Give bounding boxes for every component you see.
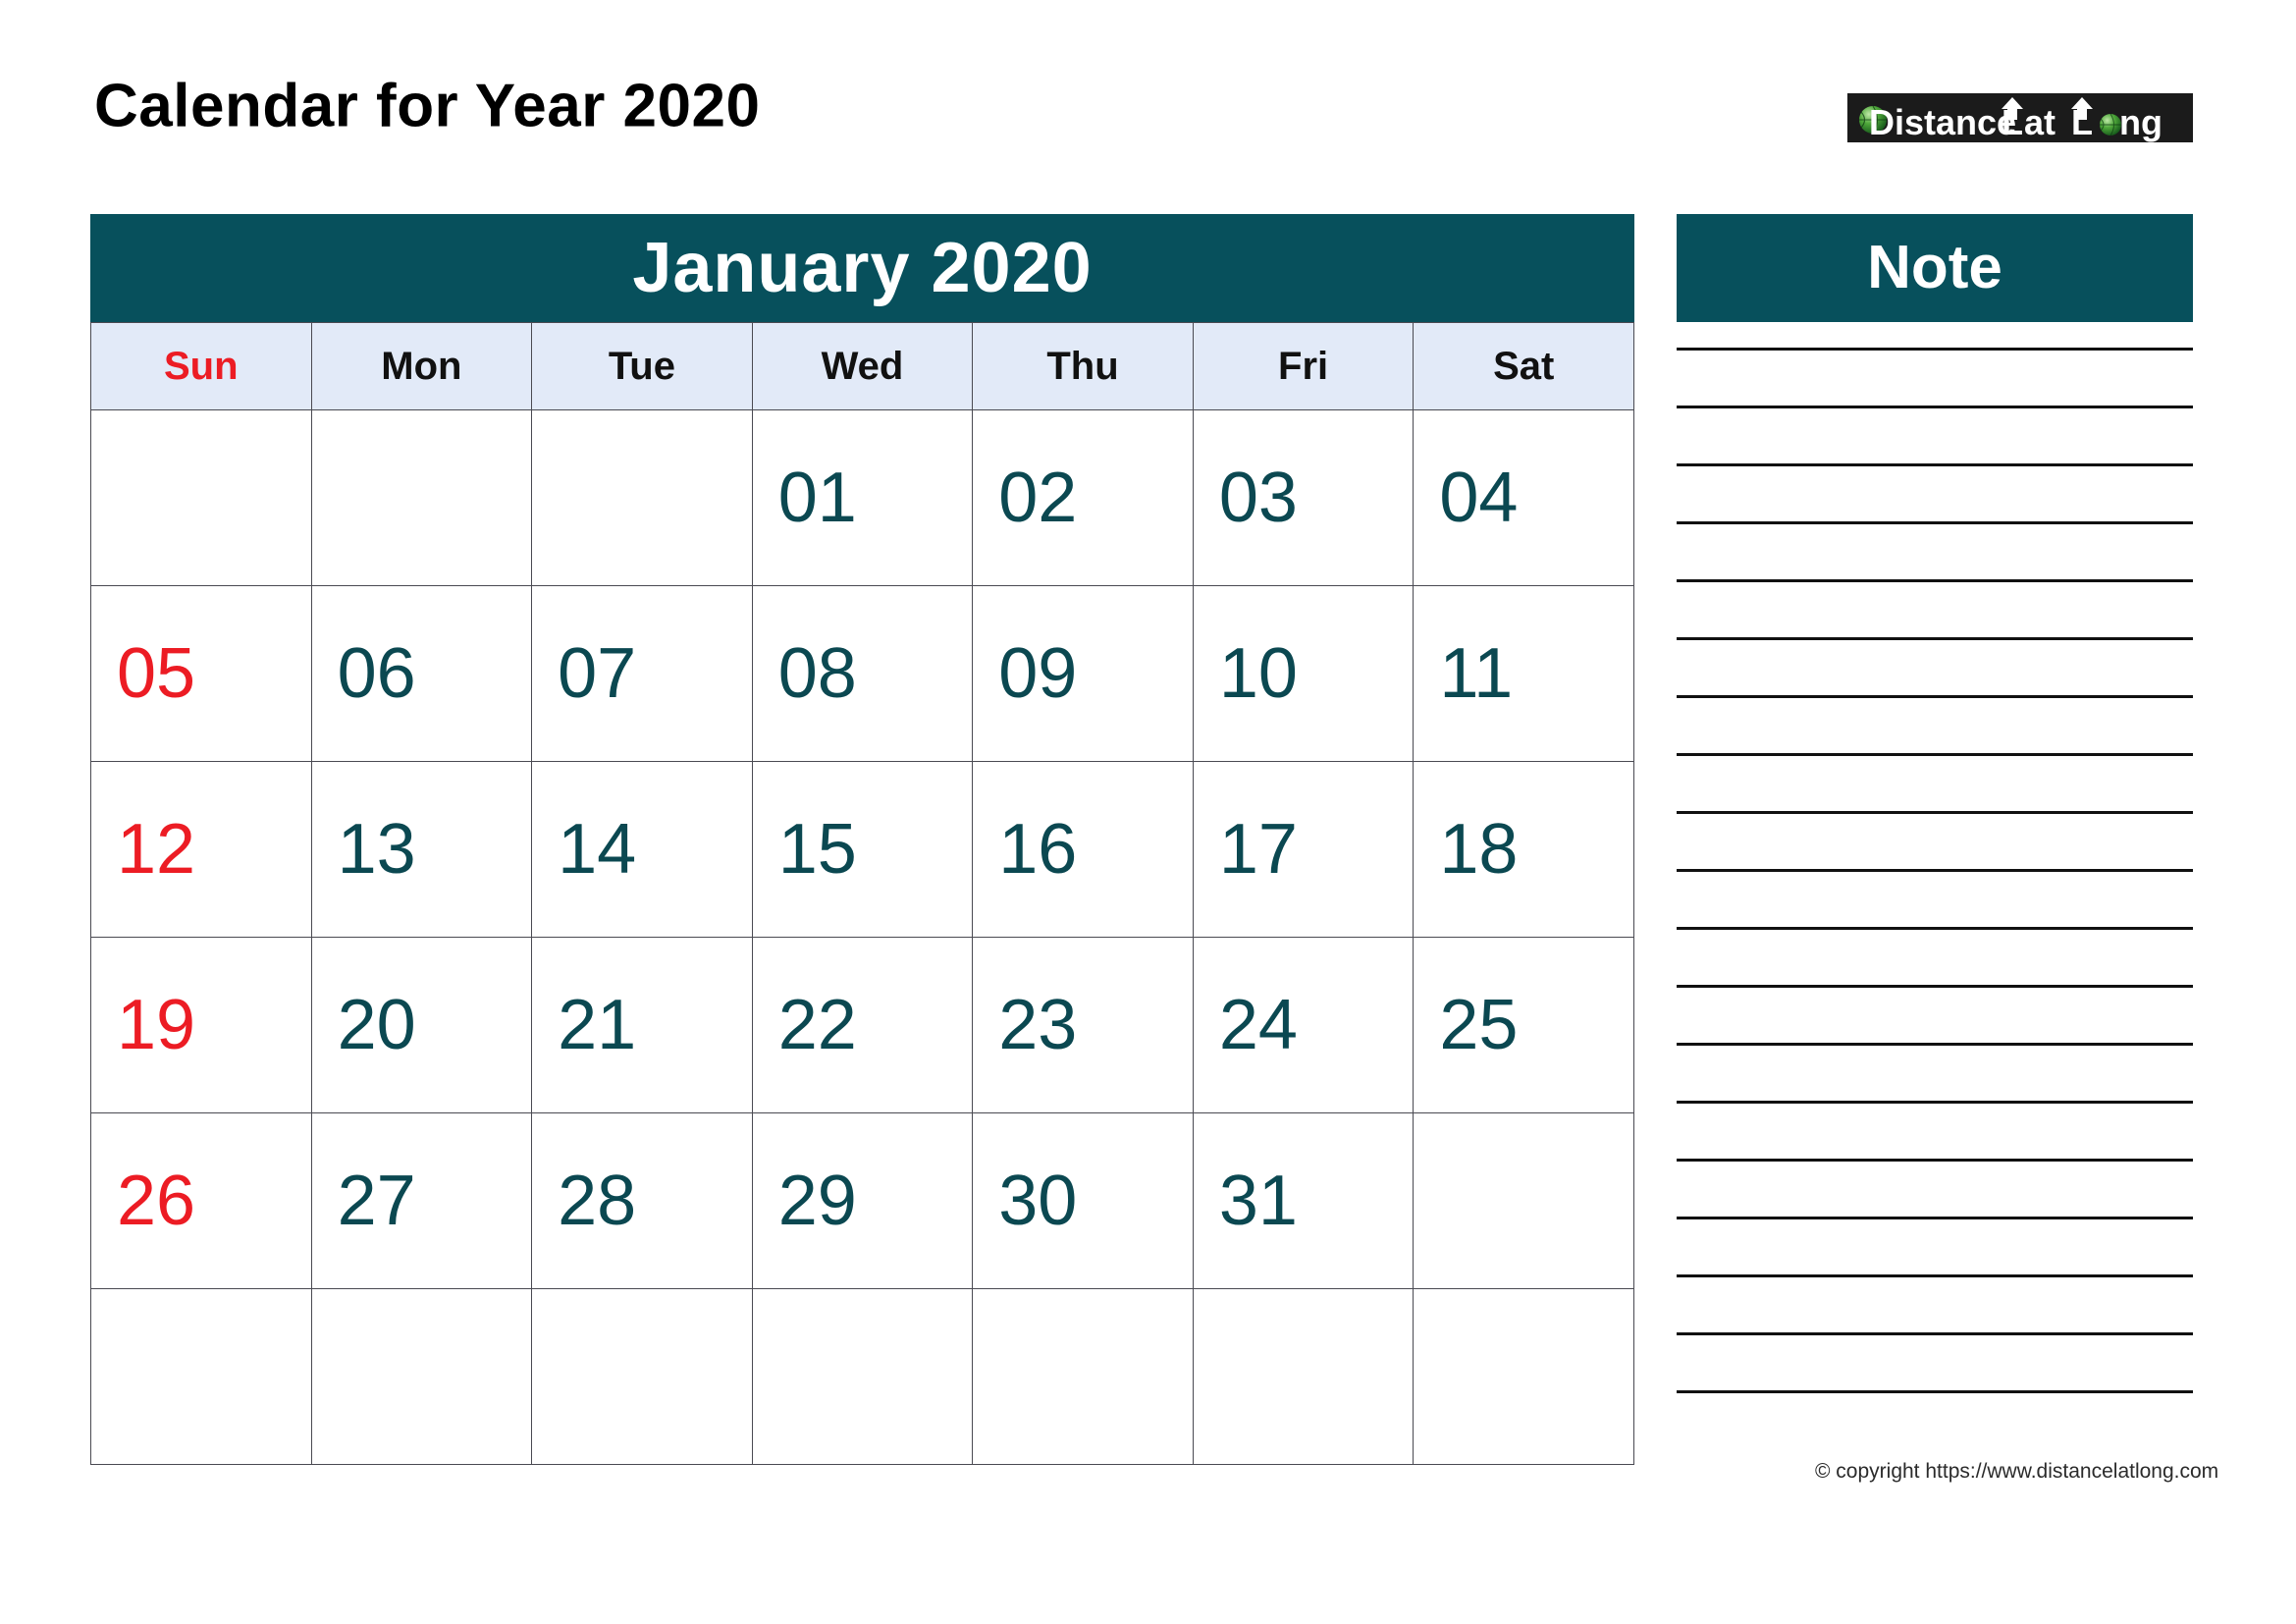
svg-text:L: L [2071,102,2093,142]
day-cell[interactable]: 31 [1192,1112,1415,1289]
calendar-week-row: 05 06 07 08 09 10 11 [90,585,1634,762]
note-line[interactable] [1677,1274,2193,1277]
calendar-week-row: 26 27 28 29 30 31 [90,1112,1634,1289]
day-cell[interactable]: 21 [531,937,753,1113]
weekday-header-thu: Thu [972,322,1194,410]
note-header: Note [1677,214,2193,322]
day-cell[interactable]: 03 [1192,409,1415,586]
day-cell[interactable]: 22 [751,937,974,1113]
day-cell[interactable]: 24 [1192,937,1415,1113]
weekday-header-row: Sun Mon Tue Wed Thu Fri Sat [90,322,1634,410]
day-cell[interactable]: 01 [751,409,974,586]
note-line[interactable] [1677,753,2193,756]
note-line[interactable] [1677,348,2193,351]
note-panel: Note [1677,214,2193,1445]
calendar-body: 01 02 03 04 05 06 07 08 09 10 11 12 13 1… [90,409,1634,1465]
day-cell[interactable]: 10 [1192,585,1415,762]
note-line[interactable] [1677,463,2193,466]
svg-text:L: L [2002,102,2023,142]
day-cell[interactable]: 16 [972,761,1194,938]
day-cell[interactable]: 09 [972,585,1194,762]
note-line[interactable] [1677,1159,2193,1162]
day-cell[interactable]: 30 [972,1112,1194,1289]
day-cell[interactable]: 18 [1413,761,1634,938]
day-cell[interactable]: 26 [90,1112,312,1289]
note-title: Note [1867,234,2002,301]
calendar-grid: Sun Mon Tue Wed Thu Fri Sat 01 02 03 04 … [90,322,1634,1465]
note-line[interactable] [1677,985,2193,988]
day-cell[interactable] [1413,1112,1634,1289]
weekday-header-tue: Tue [531,322,753,410]
day-cell[interactable]: 25 [1413,937,1634,1113]
weekday-header-sat: Sat [1413,322,1634,410]
day-cell[interactable]: 12 [90,761,312,938]
note-line[interactable] [1677,1043,2193,1046]
day-cell[interactable]: 11 [1413,585,1634,762]
weekday-header-mon: Mon [310,322,533,410]
calendar-week-row: 01 02 03 04 [90,409,1634,586]
day-cell[interactable] [751,1288,974,1465]
svg-text:D: D [1869,102,1895,142]
day-cell[interactable]: 08 [751,585,974,762]
day-cell[interactable]: 14 [531,761,753,938]
day-cell[interactable] [1413,1288,1634,1465]
calendar-block: January 2020 Sun Mon Tue Wed Thu Fri Sat… [90,214,1634,1465]
page-title: Calendar for Year 2020 [94,72,761,140]
note-line[interactable] [1677,927,2193,930]
day-cell[interactable] [90,409,312,586]
day-cell[interactable]: 17 [1192,761,1415,938]
day-cell[interactable] [1192,1288,1415,1465]
svg-text:at: at [2024,102,2056,142]
note-line[interactable] [1677,1217,2193,1219]
note-line[interactable] [1677,869,2193,872]
note-line[interactable] [1677,637,2193,640]
note-line[interactable] [1677,579,2193,582]
note-line[interactable] [1677,695,2193,698]
weekday-header-fri: Fri [1192,322,1415,410]
note-writing-lines[interactable] [1677,322,2193,1393]
month-header: January 2020 [90,214,1634,322]
weekday-header-sun: Sun [90,322,312,410]
day-cell[interactable]: 27 [310,1112,533,1289]
day-cell[interactable]: 29 [751,1112,974,1289]
day-cell[interactable] [531,409,753,586]
copyright-notice: © copyright https://www.distancelatlong.… [1815,1460,2219,1483]
svg-text:ng: ng [2119,102,2163,142]
note-line[interactable] [1677,1332,2193,1335]
day-cell[interactable]: 15 [751,761,974,938]
calendar-week-row: 19 20 21 22 23 24 25 [90,937,1634,1113]
day-cell[interactable]: 13 [310,761,533,938]
distancelatlong-logo: D istance L at L ng [1847,93,2193,142]
day-cell[interactable]: 07 [531,585,753,762]
svg-text:istance: istance [1895,102,2016,142]
day-cell[interactable] [310,1288,533,1465]
calendar-week-row [90,1288,1634,1465]
logo-artwork: D istance L at L ng [1859,97,2163,142]
note-line[interactable] [1677,1101,2193,1104]
day-cell[interactable] [90,1288,312,1465]
calendar-week-row: 12 13 14 15 16 17 18 [90,761,1634,938]
note-line[interactable] [1677,811,2193,814]
weekday-header-wed: Wed [751,322,974,410]
day-cell[interactable]: 06 [310,585,533,762]
note-line[interactable] [1677,406,2193,408]
day-cell[interactable]: 28 [531,1112,753,1289]
day-cell[interactable]: 05 [90,585,312,762]
note-line[interactable] [1677,521,2193,524]
month-title: January 2020 [632,229,1093,307]
day-cell[interactable]: 02 [972,409,1194,586]
day-cell[interactable]: 20 [310,937,533,1113]
note-line[interactable] [1677,1390,2193,1393]
day-cell[interactable] [531,1288,753,1465]
day-cell[interactable]: 23 [972,937,1194,1113]
day-cell[interactable] [310,409,533,586]
day-cell[interactable]: 19 [90,937,312,1113]
day-cell[interactable] [972,1288,1194,1465]
day-cell[interactable]: 04 [1413,409,1634,586]
